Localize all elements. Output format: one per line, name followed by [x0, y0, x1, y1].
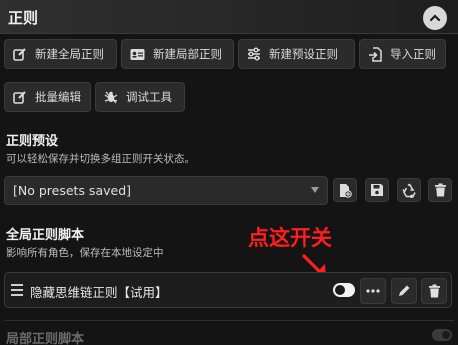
file-add-icon — [340, 183, 352, 198]
panel-title: 正则 — [8, 9, 39, 27]
local-scripts-toggle[interactable] — [432, 329, 452, 341]
script-name: 隐藏思维链正则【试用】 — [30, 285, 168, 300]
sliders-icon — [248, 47, 260, 61]
edit-script-button[interactable] — [391, 278, 417, 304]
presets-title: 正则预设 — [6, 134, 59, 149]
new-preset-regex-button[interactable]: 新建预设正则 — [238, 39, 355, 69]
list-item: 隐藏思维链正则【试用】 — [4, 272, 452, 308]
save-icon — [371, 184, 383, 196]
new-local-regex-button[interactable]: 新建局部正则 — [121, 39, 234, 69]
local-scripts-title: 局部正则脚本 — [6, 332, 85, 345]
trash-icon — [434, 183, 446, 197]
toggle-knob — [442, 331, 450, 339]
new-global-regex-button[interactable]: 新建全局正则 — [4, 39, 117, 69]
id-card-icon — [130, 48, 145, 60]
panel-header: 正则 — [0, 0, 458, 34]
preset-select[interactable]: [No presets saved] — [4, 176, 328, 205]
edit-icon — [13, 91, 26, 104]
ellipsis-icon — [366, 289, 380, 293]
chevron-up-icon — [429, 14, 441, 22]
presets-description: 可以轻松保存并切换多组正则开关状态。 — [6, 153, 195, 165]
annotation-label: 点这开关 — [248, 226, 332, 250]
debug-tools-label: 调试工具 — [126, 90, 172, 104]
batch-edit-label: 批量编辑 — [35, 90, 81, 104]
drag-handle-icon[interactable] — [11, 282, 23, 296]
more-options-button[interactable] — [360, 278, 386, 304]
pencil-icon — [399, 285, 410, 296]
preset-select-value: [No presets saved] — [13, 183, 131, 198]
global-scripts-title: 全局正则脚本 — [6, 228, 85, 243]
new-local-regex-label: 新建局部正则 — [153, 47, 222, 61]
trash-icon — [428, 284, 440, 298]
debug-tools-button[interactable]: 调试工具 — [95, 82, 185, 112]
save-preset-button[interactable] — [365, 178, 389, 202]
new-preset-button[interactable] — [333, 178, 357, 202]
restore-preset-button[interactable] — [397, 178, 421, 202]
new-preset-regex-label: 新建预设正则 — [269, 47, 338, 61]
collapse-button[interactable] — [423, 6, 447, 30]
delete-script-button[interactable] — [421, 278, 447, 304]
section-divider — [4, 320, 454, 321]
chevron-down-icon — [311, 187, 319, 193]
new-global-regex-label: 新建全局正则 — [35, 47, 104, 61]
import-regex-label: 导入正则 — [390, 47, 436, 61]
recycle-icon — [401, 183, 416, 198]
edit-icon — [13, 48, 26, 61]
bug-icon — [104, 91, 118, 104]
import-regex-button[interactable]: 导入正则 — [359, 39, 446, 69]
file-import-icon — [369, 46, 382, 62]
toggle-knob — [335, 285, 345, 295]
global-scripts-description: 影响所有角色，保存在本地设定中 — [6, 247, 164, 259]
batch-edit-button[interactable]: 批量编辑 — [4, 82, 91, 112]
delete-preset-button[interactable] — [428, 178, 452, 202]
script-toggle[interactable] — [333, 283, 355, 297]
